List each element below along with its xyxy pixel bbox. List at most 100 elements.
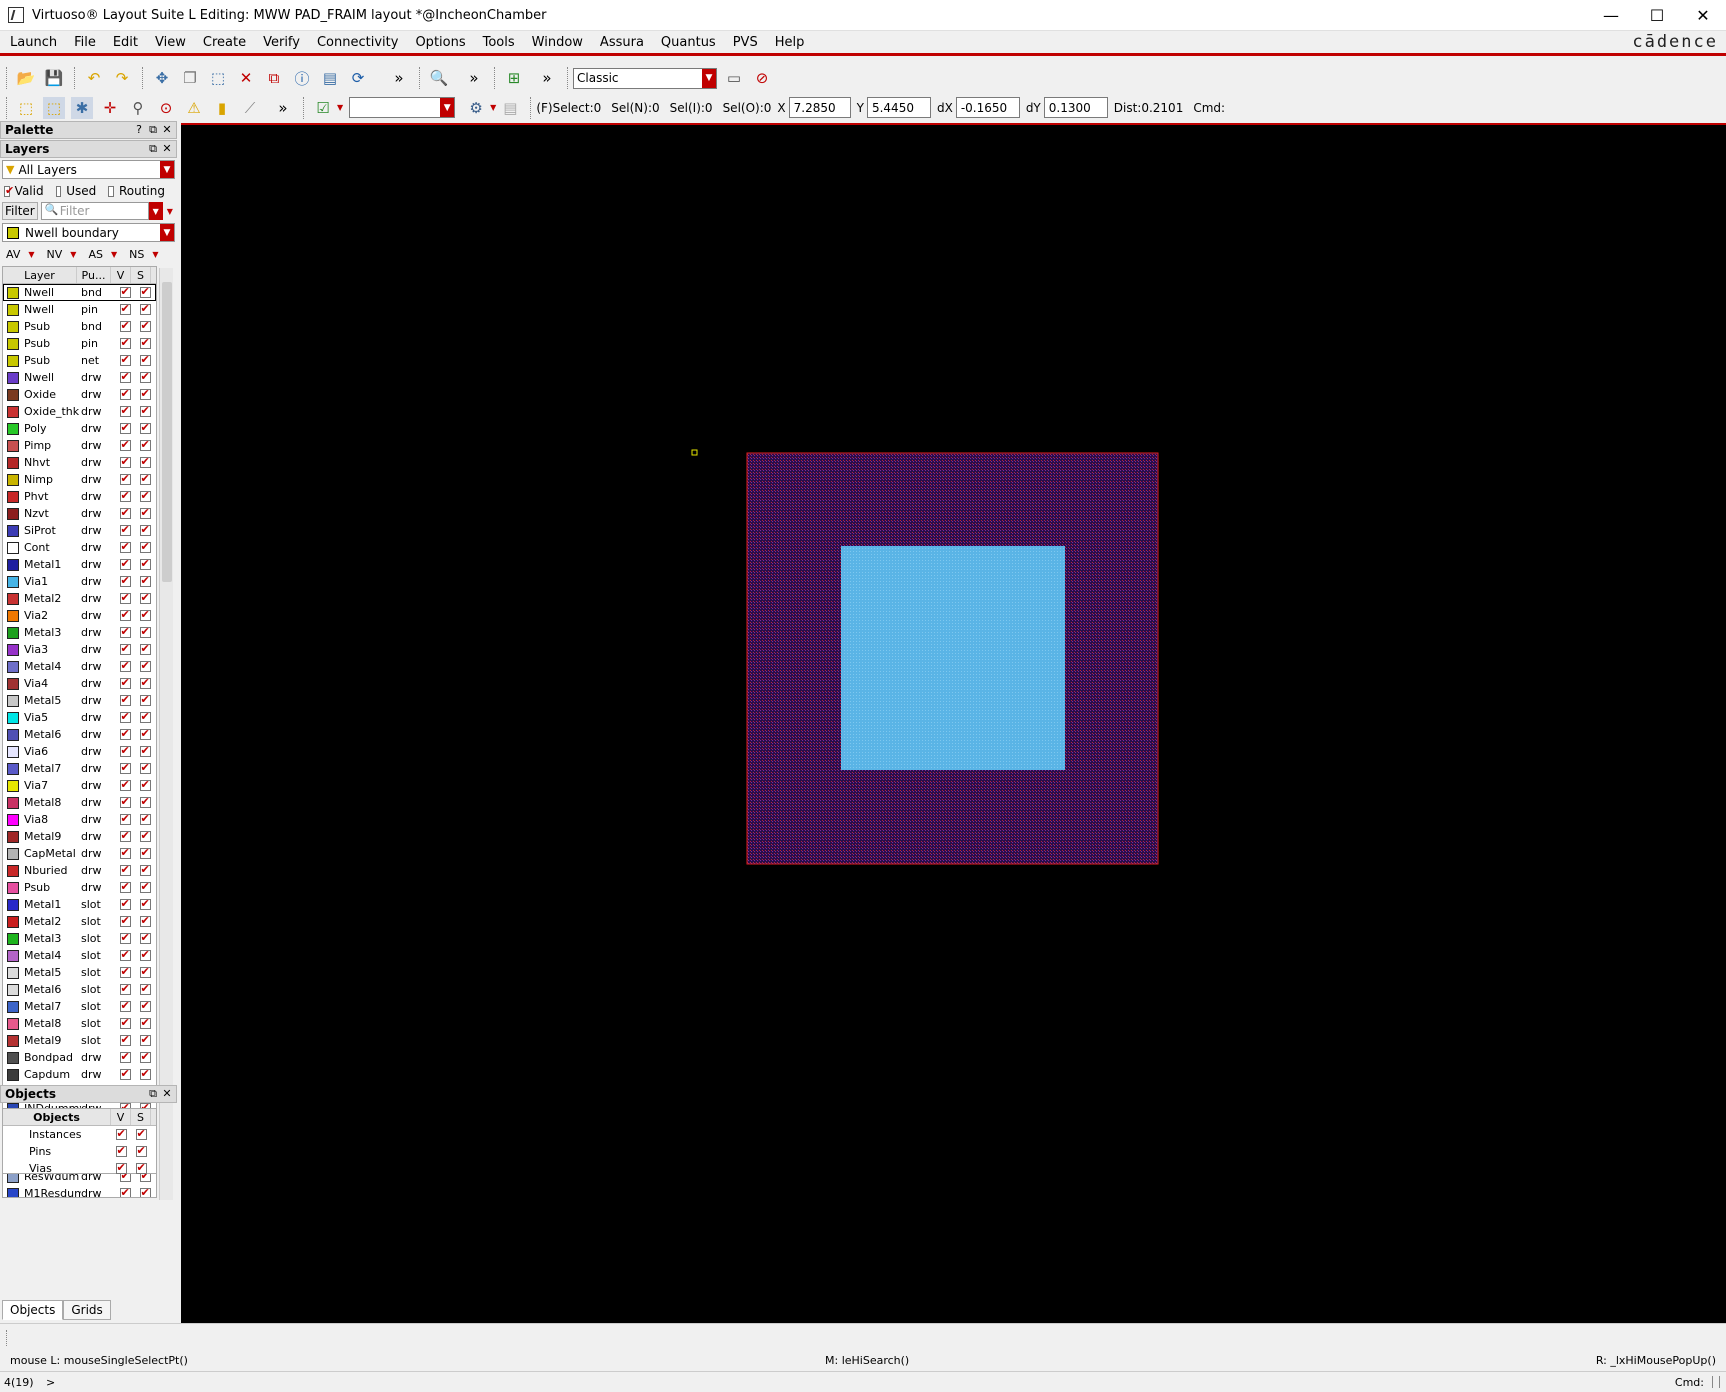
visible-checkbox[interactable]	[119, 285, 131, 298]
layer-row[interactable]: Metal5 drw	[3, 692, 156, 709]
layer-row[interactable]: Metal5 slot	[3, 964, 156, 981]
visible-checkbox[interactable]	[119, 1050, 131, 1063]
selectable-checkbox[interactable]	[139, 404, 151, 417]
layer-row[interactable]: Poly drw	[3, 420, 156, 437]
chevron-down-icon[interactable]: ▼	[160, 161, 174, 178]
selectable-checkbox[interactable]	[139, 761, 151, 774]
selectable-checkbox[interactable]	[139, 353, 151, 366]
float-icon[interactable]: ⧉	[146, 142, 160, 156]
layer-row[interactable]: Nimp drw	[3, 471, 156, 488]
properties-icon[interactable]: ⓘ	[291, 67, 313, 89]
menu-connectivity[interactable]: Connectivity	[307, 35, 405, 50]
visible-checkbox[interactable]	[119, 710, 131, 723]
via1-pad-shape[interactable]	[841, 546, 1065, 770]
command-input[interactable]	[56, 1373, 1656, 1391]
layer-row[interactable]: Via7 drw	[3, 777, 156, 794]
visible-checkbox[interactable]	[119, 506, 131, 519]
selectable-checkbox[interactable]	[139, 302, 151, 315]
selectable-checkbox[interactable]	[139, 948, 151, 961]
visible-checkbox[interactable]	[119, 472, 131, 485]
menu-pvs[interactable]: PVS	[723, 35, 765, 50]
move-icon[interactable]: ✥	[151, 67, 173, 89]
layer-row[interactable]: Bondpad drw	[3, 1049, 156, 1066]
select-mode-icon[interactable]: ⬚	[15, 97, 37, 119]
visible-checkbox[interactable]	[115, 1161, 127, 1174]
chevron-down-icon[interactable]: ▼	[167, 207, 173, 216]
delete-icon[interactable]: ✕	[235, 67, 257, 89]
selectable-checkbox[interactable]	[139, 319, 151, 332]
valid-checkbox[interactable]	[4, 184, 14, 197]
filter-button[interactable]: Filter	[2, 202, 38, 220]
layer-row[interactable]: Metal1 slot	[3, 896, 156, 913]
visible-checkbox[interactable]	[119, 948, 131, 961]
visible-checkbox[interactable]	[119, 353, 131, 366]
layer-row[interactable]: Via1 drw	[3, 573, 156, 590]
selectable-checkbox[interactable]	[139, 982, 151, 995]
visible-checkbox[interactable]	[119, 319, 131, 332]
layer-row[interactable]: Metal6 drw	[3, 726, 156, 743]
minimize-button[interactable]: —	[1588, 0, 1634, 31]
layer-row[interactable]: Metal1 drw	[3, 556, 156, 573]
chevron-down-icon[interactable]: ▼	[440, 98, 455, 117]
layer-row[interactable]: Metal9 drw	[3, 828, 156, 845]
layer-row[interactable]: Metal2 slot	[3, 913, 156, 930]
visible-checkbox[interactable]	[119, 557, 131, 570]
layer-row[interactable]: Metal4 slot	[3, 947, 156, 964]
settings-gear-icon[interactable]: ⚙	[465, 97, 487, 119]
crosshair-icon[interactable]: ✛	[99, 97, 121, 119]
visible-checkbox[interactable]	[119, 761, 131, 774]
layer-scrollbar[interactable]	[159, 268, 173, 1200]
layer-row[interactable]: Metal3 drw	[3, 624, 156, 641]
marker-icon[interactable]: ⊙	[155, 97, 177, 119]
none-selectable-button[interactable]: NS	[129, 248, 144, 261]
save-icon[interactable]: 💾	[43, 67, 65, 89]
layer-row[interactable]: Metal7 slot	[3, 998, 156, 1015]
visible-checkbox[interactable]	[119, 914, 131, 927]
tab-objects[interactable]: Objects	[2, 1300, 64, 1320]
column-selectable[interactable]: S	[131, 1109, 151, 1125]
filter-input[interactable]: 🔍 Filter	[40, 202, 149, 220]
menu-options[interactable]: Options	[405, 35, 472, 50]
workspace-save-icon[interactable]: ▭	[723, 67, 745, 89]
layer-row[interactable]: Via5 drw	[3, 709, 156, 726]
layer-row[interactable]: Psub bnd	[3, 318, 156, 335]
open-icon[interactable]: 📂	[15, 67, 37, 89]
selectable-checkbox[interactable]	[139, 625, 151, 638]
visible-checkbox[interactable]	[119, 863, 131, 876]
visible-checkbox[interactable]	[119, 693, 131, 706]
chevron-down-icon[interactable]: ▼	[490, 103, 496, 112]
scrollbar-thumb[interactable]	[162, 282, 172, 582]
visible-checkbox[interactable]	[119, 1067, 131, 1080]
visible-checkbox[interactable]	[119, 931, 131, 944]
layer-purpose-select[interactable]: ▼	[349, 97, 456, 118]
visible-checkbox[interactable]	[119, 676, 131, 689]
visible-checkbox[interactable]	[119, 302, 131, 315]
layer-row[interactable]: Oxide drw	[3, 386, 156, 403]
y-coordinate-field[interactable]: 5.4450	[866, 97, 931, 118]
menu-assura[interactable]: Assura	[590, 35, 651, 50]
float-icon[interactable]: ⧉	[146, 1087, 160, 1101]
chevron-down-icon[interactable]: ▼	[28, 250, 34, 259]
layer-row[interactable]: Nzvt drw	[3, 505, 156, 522]
layer-row[interactable]: Metal8 slot	[3, 1015, 156, 1032]
selectable-checkbox[interactable]	[139, 676, 151, 689]
visible-checkbox[interactable]	[119, 523, 131, 536]
chevron-down-icon[interactable]: ▼	[70, 250, 76, 259]
selectable-checkbox[interactable]	[139, 1033, 151, 1046]
column-objects[interactable]: Objects	[3, 1109, 111, 1125]
selectable-checkbox[interactable]	[139, 336, 151, 349]
selectable-checkbox[interactable]	[139, 574, 151, 587]
add-instance-icon[interactable]: ⊞	[503, 67, 525, 89]
selectable-checkbox[interactable]	[139, 591, 151, 604]
visible-checkbox[interactable]	[119, 846, 131, 859]
undo-icon[interactable]: ↶	[83, 67, 105, 89]
visible-checkbox[interactable]	[119, 455, 131, 468]
selectable-checkbox[interactable]	[139, 914, 151, 927]
selectable-checkbox[interactable]	[139, 965, 151, 978]
all-selectable-button[interactable]: AS	[88, 248, 103, 261]
checklist-icon[interactable]: ☑	[312, 97, 334, 119]
selectable-checkbox[interactable]	[139, 795, 151, 808]
column-layer[interactable]: Layer	[3, 267, 77, 283]
selectable-checkbox[interactable]	[139, 557, 151, 570]
layer-row[interactable]: Nwell pin	[3, 301, 156, 318]
